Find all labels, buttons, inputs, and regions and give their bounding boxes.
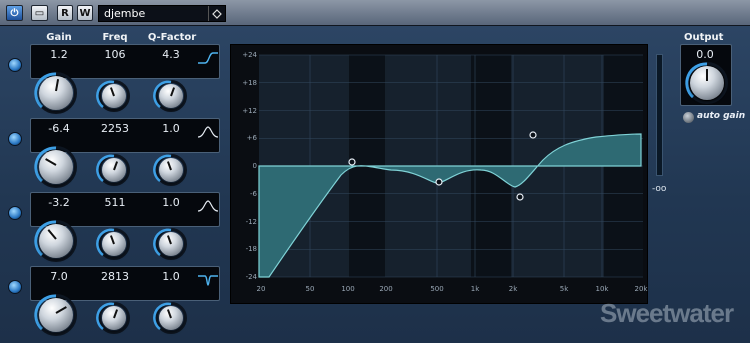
y-axis-tick-label: 0 <box>252 162 257 170</box>
band-3-gain-value: -3.2 <box>48 196 70 209</box>
output-level-meter <box>656 54 663 176</box>
q-factor-header: Q-Factor <box>147 32 197 43</box>
y-axis-tick-label: -24 <box>245 273 257 281</box>
band-2-handle <box>516 193 524 201</box>
x-axis-tick-label: 1k <box>470 285 480 293</box>
band-4-handle <box>529 131 537 139</box>
band-1-q-value: 4.3 <box>162 48 180 61</box>
band-3-freq-value: 511 <box>104 196 126 209</box>
x-axis-tick-label: 20k <box>634 285 648 293</box>
band-2-freq-knob[interactable] <box>102 158 126 182</box>
x-axis-tick-label: 10k <box>595 285 609 293</box>
band-3-q-knob[interactable] <box>159 232 183 256</box>
band-4-gain-value: 7.0 <box>50 270 68 283</box>
bell-icon[interactable] <box>197 199 219 213</box>
band-3-freq-knob[interactable] <box>102 232 126 256</box>
y-axis-tick-label: +18 <box>242 78 257 87</box>
watermark-logo: Sweetwater <box>600 298 734 328</box>
band-1-enable-button[interactable] <box>8 58 22 72</box>
auto-gain-toggle[interactable] <box>683 112 694 123</box>
band-4-freq-value: 2813 <box>101 270 129 283</box>
x-axis-tick-label: 500 <box>430 285 444 293</box>
read-automation-button[interactable]: R <box>57 5 73 21</box>
preset-name-field[interactable]: djembe <box>98 5 226 22</box>
plugin-toolbar: ⏻ ▭ R W djembe <box>0 0 750 26</box>
write-automation-button[interactable]: W <box>77 5 93 21</box>
band-4-q-value: 1.0 <box>162 270 180 283</box>
band-2-gain-value: -6.4 <box>48 122 70 135</box>
band-2-enable-button[interactable] <box>8 132 22 146</box>
band-1-q-knob[interactable] <box>159 84 183 108</box>
band-2-q-value: 1.0 <box>162 122 180 135</box>
output-header: Output <box>684 32 724 43</box>
band-3-enable-button[interactable] <box>8 206 22 220</box>
y-axis-tick-label: -6 <box>250 189 257 198</box>
x-axis-tick-label: 100 <box>341 285 355 293</box>
high-shelf-icon[interactable] <box>197 51 219 65</box>
bypass-button[interactable]: ▭ <box>31 5 48 21</box>
band-2-q-knob[interactable] <box>159 158 183 182</box>
band-4-gain-knob[interactable] <box>39 298 73 332</box>
power-button[interactable]: ⏻ <box>6 5 23 21</box>
x-axis-tick-label: 20 <box>256 285 266 293</box>
meter-value-label: -oo <box>652 184 667 194</box>
x-axis-tick-label: 200 <box>379 285 393 293</box>
band-3-q-value: 1.0 <box>162 196 180 209</box>
notch-icon[interactable] <box>197 273 219 287</box>
band-1-handle <box>348 158 356 166</box>
eq-curve-display[interactable]: +24 +18 +12 +6 0 -6 -12 -18 -24 20 50 100 200 500 1k 2… <box>230 44 648 304</box>
band-3-handle <box>435 178 443 186</box>
band-4-q-knob[interactable] <box>159 306 183 330</box>
y-axis-tick-label: +6 <box>246 134 257 143</box>
output-control: 0.0 <box>680 44 732 106</box>
band-1-gain-value: 1.2 <box>50 48 68 61</box>
preset-menu-icon[interactable] <box>208 6 224 21</box>
y-axis-tick-label: -12 <box>245 217 257 226</box>
bell-icon[interactable] <box>197 125 219 139</box>
band-4-enable-button[interactable] <box>8 280 22 294</box>
x-axis-tick-label: 5k <box>559 285 569 293</box>
band-1-freq-knob[interactable] <box>102 84 126 108</box>
auto-gain-label: auto gain <box>697 111 746 121</box>
y-axis-tick-label: +12 <box>242 106 257 115</box>
band-1-gain-knob[interactable] <box>39 76 73 110</box>
band-1-freq-value: 106 <box>104 48 126 61</box>
band-3-gain-knob[interactable] <box>39 224 73 258</box>
output-knob[interactable] <box>690 66 724 100</box>
y-axis-tick-label: -18 <box>245 245 257 254</box>
band-4-freq-knob[interactable] <box>102 306 126 330</box>
x-axis-tick-label: 2k <box>508 285 518 293</box>
band-2-freq-value: 2253 <box>101 122 129 135</box>
band-2-gain-knob[interactable] <box>39 150 73 184</box>
x-axis-tick-label: 50 <box>305 285 315 293</box>
y-axis-tick-label: +24 <box>242 51 257 59</box>
